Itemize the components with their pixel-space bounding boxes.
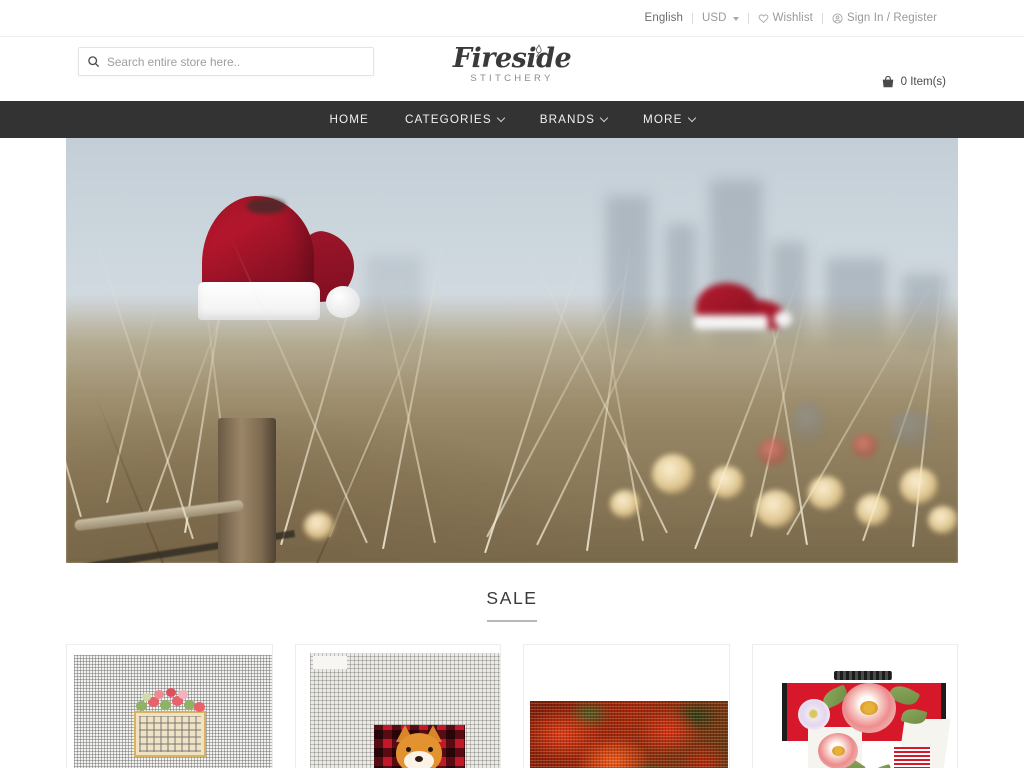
sale-section-header: SALE bbox=[0, 563, 1024, 622]
poppy-canvas bbox=[530, 701, 728, 768]
bokeh-light bbox=[852, 434, 878, 458]
sale-product-grid bbox=[0, 622, 1024, 768]
leaf-dot bbox=[160, 700, 171, 710]
account-link[interactable]: Sign In / Register bbox=[823, 12, 946, 24]
nav-item-brands[interactable]: BRANDS bbox=[522, 101, 625, 138]
top-utility-bar-inner: English USD Wishlist Sign In / Register bbox=[645, 12, 946, 24]
product-image bbox=[530, 645, 728, 768]
language-label: English bbox=[644, 12, 683, 24]
heart-icon bbox=[758, 13, 769, 24]
kimono-pattern-block bbox=[893, 747, 930, 768]
kimono-edge bbox=[781, 683, 787, 741]
logo-tagline: STITCHERY bbox=[470, 73, 554, 84]
flower-dot bbox=[154, 690, 164, 699]
peony-center bbox=[831, 746, 845, 756]
nav-label: MORE bbox=[643, 113, 683, 126]
chevron-down-icon bbox=[732, 17, 739, 21]
product-card[interactable] bbox=[523, 644, 730, 768]
santa-hat-shadow bbox=[246, 198, 286, 214]
bokeh-light bbox=[900, 468, 938, 504]
nav-label: CATEGORIES bbox=[404, 113, 492, 126]
top-utility-bar: English USD Wishlist Sign In / Register bbox=[0, 0, 1024, 37]
nav-label: BRANDS bbox=[539, 113, 596, 126]
bokeh-light bbox=[610, 490, 640, 518]
santa-hat-background bbox=[694, 283, 792, 345]
bokeh-light bbox=[856, 494, 890, 526]
peony-center bbox=[859, 701, 878, 715]
wishlist-label: Wishlist bbox=[772, 12, 813, 24]
bokeh-light bbox=[652, 454, 694, 494]
user-circle-icon bbox=[832, 12, 843, 24]
nav-item-categories[interactable]: CATEGORIES bbox=[387, 101, 522, 138]
product-card[interactable] bbox=[294, 644, 501, 768]
kimono-canvas bbox=[781, 671, 951, 768]
shopping-bag-icon bbox=[881, 75, 895, 89]
logo-text: Fireside bbox=[452, 43, 572, 74]
nav-item-home[interactable]: HOME bbox=[311, 101, 386, 138]
fence-post bbox=[218, 418, 276, 563]
product-card[interactable] bbox=[751, 644, 958, 768]
flower-dot bbox=[178, 690, 188, 699]
hero-banner-image[interactable] bbox=[66, 138, 958, 563]
bokeh-light bbox=[808, 476, 844, 510]
logo-wordmark: Fireside bbox=[452, 43, 572, 74]
account-label: Sign In / Register bbox=[846, 12, 937, 24]
currency-label: USD bbox=[701, 12, 727, 24]
site-header: Fireside STITCHERY 0 Item(s) bbox=[0, 37, 1024, 101]
product-image bbox=[309, 653, 500, 768]
chrysanthemum-flower bbox=[797, 699, 830, 730]
bokeh-light bbox=[756, 490, 796, 528]
section-title: SALE bbox=[486, 588, 538, 608]
leaf-shape bbox=[867, 763, 894, 768]
flower-dot bbox=[166, 688, 176, 697]
fox-nose bbox=[414, 756, 423, 762]
flame-icon bbox=[534, 36, 543, 58]
leaf-dot bbox=[142, 693, 151, 701]
chevron-down-icon bbox=[687, 113, 696, 122]
santa-hat bbox=[194, 196, 361, 328]
bokeh-light bbox=[710, 466, 744, 499]
search-icon bbox=[87, 55, 100, 68]
leaf-dot bbox=[136, 701, 147, 711]
canvas-label bbox=[312, 656, 347, 669]
fox-eye bbox=[427, 747, 433, 752]
santa-hat-brim bbox=[694, 315, 768, 329]
nav-label: HOME bbox=[329, 113, 369, 126]
bokeh-light bbox=[928, 506, 958, 534]
bokeh-light bbox=[890, 410, 934, 450]
product-image bbox=[758, 645, 957, 768]
cart-summary[interactable]: 0 Item(s) bbox=[881, 75, 946, 89]
main-navigation: HOME CATEGORIES BRANDS MORE bbox=[0, 101, 1024, 138]
product-card[interactable] bbox=[66, 644, 273, 768]
fox-eye bbox=[405, 747, 411, 752]
fox-scene bbox=[373, 725, 465, 768]
chevron-down-icon bbox=[599, 113, 609, 122]
flower-dot bbox=[194, 702, 205, 712]
bokeh-light bbox=[758, 438, 788, 466]
search-input[interactable] bbox=[100, 54, 365, 69]
santa-hat-pompom bbox=[774, 311, 792, 327]
currency-selector[interactable]: USD bbox=[693, 12, 748, 24]
search-box[interactable] bbox=[78, 47, 374, 76]
hero-section bbox=[0, 138, 1024, 563]
chevron-down-icon bbox=[496, 113, 505, 122]
flower-cluster bbox=[132, 688, 208, 713]
site-logo[interactable]: Fireside STITCHERY bbox=[432, 43, 592, 84]
language-selector[interactable]: English bbox=[645, 12, 692, 24]
bokeh-light bbox=[792, 400, 826, 446]
search-container bbox=[78, 47, 374, 76]
basket-shape bbox=[134, 711, 206, 757]
wishlist-link[interactable]: Wishlist bbox=[749, 12, 822, 24]
nav-item-more[interactable]: MORE bbox=[625, 101, 712, 138]
product-image bbox=[74, 655, 272, 768]
kimono-collar bbox=[833, 671, 892, 680]
bokeh-light bbox=[304, 512, 334, 540]
santa-hat-pompom bbox=[326, 286, 360, 318]
cart-count-label: 0 Item(s) bbox=[900, 76, 946, 88]
